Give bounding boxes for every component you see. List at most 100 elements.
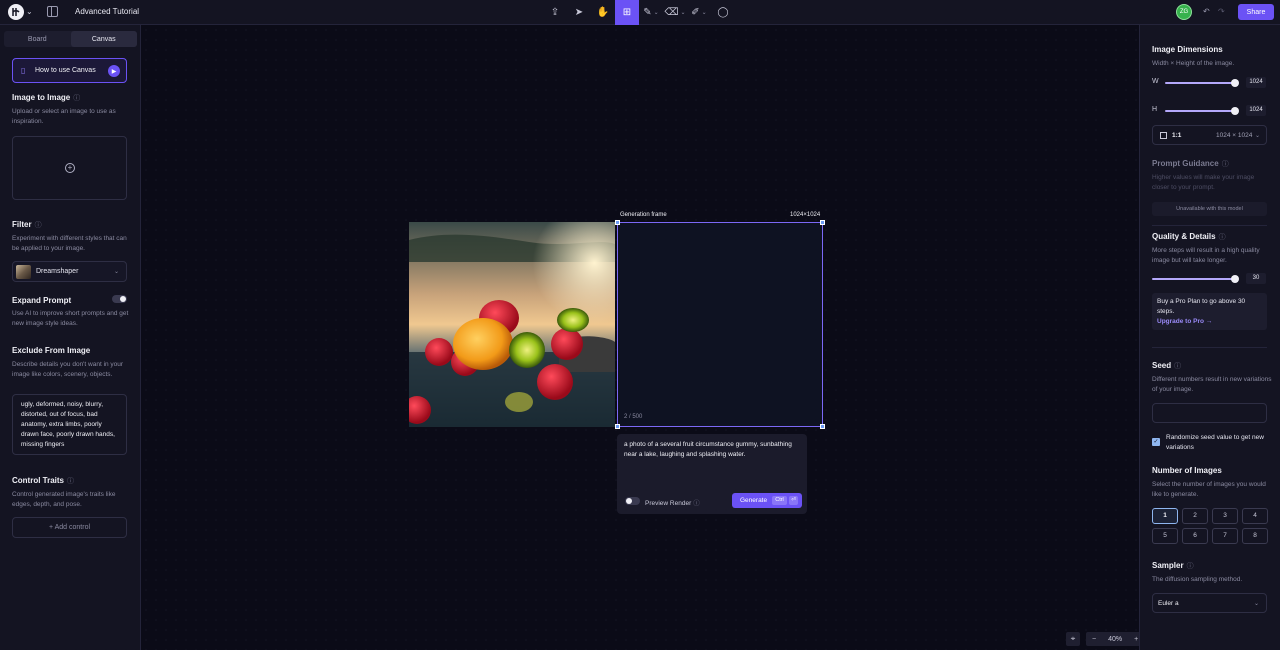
add-circle-icon: + [65, 163, 75, 173]
number-of-images-title: Number of Images [1152, 466, 1222, 475]
info-icon[interactable]: ⓘ [693, 500, 700, 507]
steps-value[interactable]: 30 [1246, 273, 1266, 284]
img2img-desc: Upload or select an image to use as insp… [12, 108, 116, 125]
sidebar-toggle-icon[interactable] [47, 6, 58, 17]
image-upload-dropzone[interactable]: + [12, 136, 127, 200]
ctrl-key-badge: Ctrl [772, 496, 787, 505]
expand-prompt-title: Expand Prompt [12, 296, 72, 305]
preview-render-toggle[interactable] [625, 497, 640, 505]
quality-details-desc: More steps will result in a high quality… [1152, 247, 1260, 264]
tab-board[interactable]: Board [4, 31, 71, 47]
seed-input[interactable] [1152, 403, 1267, 423]
chevron-down-icon[interactable]: ⌄ [26, 7, 33, 16]
resize-handle[interactable] [820, 424, 825, 429]
info-icon[interactable]: ⓘ [1187, 563, 1194, 570]
info-icon[interactable]: ⓘ [1219, 234, 1226, 241]
share-button[interactable]: Share [1238, 4, 1274, 20]
upgrade-to-pro-link[interactable]: Upgrade to Pro → [1157, 318, 1262, 325]
select-icon[interactable]: ➤ [567, 0, 591, 25]
prompt-panel: a photo of a several fruit circumstance … [617, 434, 807, 514]
image-count-option[interactable]: 6 [1182, 528, 1208, 544]
recenter-icon[interactable]: ⌖ [1066, 632, 1080, 646]
aspect-ratio-dims: 1024 × 1024 [1216, 132, 1253, 139]
sampler-select[interactable]: Euler a ⌄ [1152, 593, 1267, 613]
comment-icon[interactable]: ◯ [711, 0, 735, 25]
image-dimensions-title: Image Dimensions [1152, 45, 1223, 54]
pen-icon[interactable]: ✐ ⌄ [687, 0, 711, 25]
export-icon[interactable]: ⇪ [543, 0, 567, 25]
fruit-gummy-image[interactable] [409, 222, 615, 427]
project-title[interactable]: Advanced Tutorial [75, 7, 139, 16]
how-to-label: How to use Canvas [35, 67, 96, 74]
filter-thumbnail [16, 265, 31, 279]
width-slider-knob[interactable] [1231, 79, 1239, 87]
height-slider[interactable] [1165, 110, 1235, 112]
aspect-ratio-value: 1:1 [1172, 132, 1182, 139]
info-icon[interactable]: ⓘ [73, 95, 80, 102]
image-count-option[interactable]: 5 [1152, 528, 1178, 544]
image-count-option[interactable]: 1 [1152, 508, 1178, 524]
filter-selected: Dreamshaper [36, 268, 79, 275]
image-count-option[interactable]: 7 [1212, 528, 1238, 544]
add-control-button[interactable]: + Add control [12, 517, 127, 538]
guidance-unavailable-badge: Unavailable with this model [1152, 202, 1267, 216]
tab-canvas[interactable]: Canvas [70, 31, 137, 47]
exclude-desc: Describe details you don't want in your … [12, 361, 124, 378]
how-to-use-canvas-button[interactable]: ▯ How to use Canvas ▶ [12, 58, 127, 83]
info-icon[interactable]: ⓘ [1174, 363, 1181, 370]
width-slider[interactable] [1165, 82, 1235, 84]
negative-prompt-input[interactable]: ugly, deformed, noisy, blurry, distorted… [12, 394, 127, 455]
toolbar: ⇪ ➤ ✋ ⊞ ✎ ⌄ ⌫ ⌄ ✐ ⌄ ◯ [543, 0, 735, 25]
divider [1152, 347, 1267, 348]
filter-select[interactable]: Dreamshaper ⌄ [12, 261, 127, 282]
image-count-option[interactable]: 4 [1242, 508, 1268, 524]
image-count-option[interactable]: 8 [1242, 528, 1268, 544]
randomize-seed-label: Randomize seed value to get new variatio… [1166, 434, 1264, 451]
generate-label: Generate [740, 497, 768, 504]
steps-slider-knob[interactable] [1231, 275, 1239, 283]
prompt-input[interactable]: a photo of a several fruit circumstance … [624, 440, 800, 460]
chevron-down-icon: ⌄ [1254, 133, 1260, 139]
width-value[interactable]: 1024 [1246, 77, 1266, 88]
height-value[interactable]: 1024 [1246, 105, 1266, 116]
view-tabs: Board Canvas [4, 31, 137, 47]
redo-icon[interactable]: ↷ [1218, 7, 1225, 16]
filter-title: Filter ⓘ [12, 220, 42, 229]
info-icon[interactable]: ⓘ [1222, 161, 1229, 168]
eraser-icon[interactable]: ⌫ ⌄ [663, 0, 687, 25]
sampler-title: Sampler ⓘ [1152, 561, 1194, 570]
randomize-seed-checkbox[interactable]: ✓ [1152, 438, 1160, 446]
resize-handle[interactable] [615, 424, 620, 429]
filter-desc: Experiment with different styles that ca… [12, 235, 127, 252]
resize-handle[interactable] [820, 220, 825, 225]
top-bar: ⌄ Advanced Tutorial ⇪ ➤ ✋ ⊞ ✎ ⌄ ⌫ ⌄ ✐ ⌄ ◯ Z… [0, 0, 1280, 25]
aspect-ratio-select[interactable]: 1:1 1024 × 1024 ⌄ [1152, 125, 1267, 145]
expand-prompt-toggle[interactable] [112, 295, 127, 303]
generation-frame[interactable]: 2 / 500 [615, 220, 825, 429]
image-count-option[interactable]: 2 [1182, 508, 1208, 524]
sampler-value: Euler a [1158, 600, 1179, 607]
resize-handle[interactable] [615, 220, 620, 225]
image-count-option[interactable]: 3 [1212, 508, 1238, 524]
prompt-char-counter: 2 / 500 [624, 414, 643, 420]
hand-icon[interactable]: ✋ [591, 0, 615, 25]
avatar[interactable]: ZG [1176, 4, 1192, 20]
generate-button[interactable]: Generate Ctrl ⏎ [732, 493, 802, 508]
zoom-out-button[interactable]: − [1086, 636, 1102, 643]
height-slider-knob[interactable] [1231, 107, 1239, 115]
image-dimensions-desc: Width × Height of the image. [1152, 60, 1235, 67]
seed-title: Seed ⓘ [1152, 361, 1182, 370]
zoom-controls: ⌖ − 40% + [1066, 632, 1145, 646]
steps-slider[interactable] [1152, 278, 1235, 280]
right-settings-panel: Image Dimensions Width × Height of the i… [1139, 25, 1280, 650]
undo-icon[interactable]: ↶ [1203, 7, 1210, 16]
generate-frame-icon[interactable]: ⊞ [615, 0, 639, 25]
canvas-area[interactable]: Generation frame 1024×1024 2 / 500 a pho… [141, 25, 1145, 650]
control-traits-desc: Control generated image's traits like ed… [12, 491, 116, 508]
app-logo-icon[interactable] [8, 4, 24, 20]
zoom-level: 40% [1108, 635, 1123, 643]
width-label: W [1152, 78, 1159, 85]
info-icon[interactable]: ⓘ [67, 478, 74, 485]
brush-icon[interactable]: ✎ ⌄ [639, 0, 663, 25]
info-icon[interactable]: ⓘ [35, 222, 42, 229]
